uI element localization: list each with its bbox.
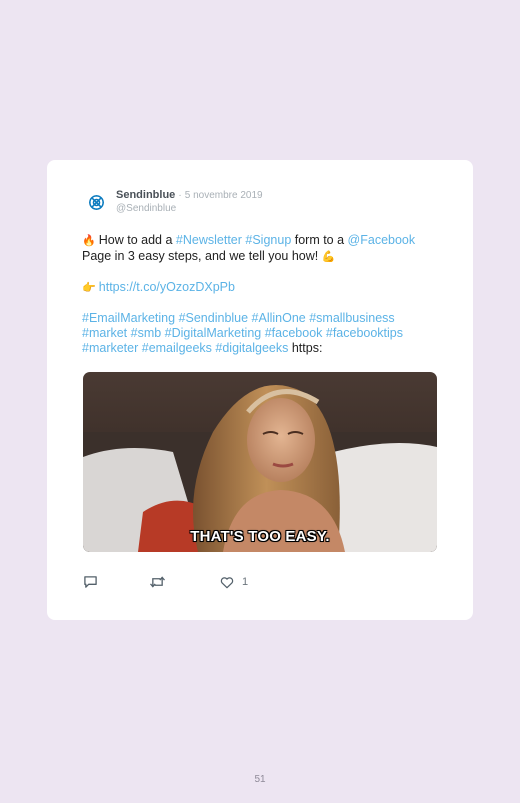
tweet-line: #market #smb #DigitalMarketing #facebook… [82, 326, 452, 341]
emoji-icon: 💪 [321, 251, 336, 263]
page-number: 51 [254, 774, 266, 785]
retweet-icon [149, 576, 166, 588]
tweet-line: 🔥 How to add a #Newsletter #Signup form … [82, 233, 452, 249]
tweet-line: Page in 3 easy steps, and we tell you ho… [82, 249, 452, 265]
hashtag-link[interactable]: #Signup [245, 233, 291, 247]
gif-image [83, 372, 437, 552]
tweet-text: 🔥 How to add a #Newsletter #Signup form … [82, 233, 452, 356]
hashtag-link[interactable]: #marketer #emailgeeks #digitalgeeks [82, 341, 288, 355]
hashtag-link[interactable]: https://t.co/yOzozDXpPb [99, 280, 235, 294]
tweet-line: #EmailMarketing #Sendinblue #AllinOne #s… [82, 311, 452, 326]
emoji-icon: 🔥 [82, 235, 99, 247]
tweet-text-segment: https: [288, 341, 323, 355]
tweet-author: Sendinblue · 5 novembre 2019 [116, 188, 263, 203]
author-handle[interactable]: @Sendinblue [116, 202, 176, 215]
hashtag-link[interactable]: #EmailMarketing #Sendinblue #AllinOne #s… [82, 311, 395, 325]
tweet-text-segment: How to add a [98, 233, 176, 247]
author-separator: · [178, 190, 182, 201]
retweet-button[interactable] [149, 575, 166, 589]
tweet-gif-media[interactable]: THAT'S TOO EASY. [83, 372, 437, 552]
tweet-line: #marketer #emailgeeks #digitalgeeks http… [82, 341, 452, 356]
emoji-icon: 👉 [82, 282, 99, 294]
gif-caption: THAT'S TOO EASY. [190, 528, 330, 545]
like-button[interactable]: 1 [220, 575, 248, 589]
tweet-date[interactable]: 5 novembre 2019 [185, 190, 263, 201]
author-name[interactable]: Sendinblue [116, 189, 175, 201]
heart-icon [220, 576, 234, 588]
sendinblue-logo-avatar[interactable] [87, 193, 106, 212]
hashtag-link[interactable]: #market #smb #DigitalMarketing #facebook… [82, 326, 403, 340]
hashtag-link[interactable]: #Newsletter [176, 233, 242, 247]
reply-icon [84, 576, 97, 588]
tweet-text-segment: Page in 3 easy steps, and we tell you ho… [82, 249, 322, 263]
tweet-line: 👉 https://t.co/yOzozDXpPb [82, 280, 452, 296]
tweet-text-segment: form to a [291, 233, 348, 247]
tweet-actions: 1 [83, 575, 443, 591]
tweet-card: Sendinblue · 5 novembre 2019 @Sendinblue… [47, 160, 473, 620]
reply-button[interactable] [83, 575, 98, 589]
hashtag-link[interactable]: @Facebook [348, 233, 416, 247]
like-count: 1 [242, 576, 249, 588]
